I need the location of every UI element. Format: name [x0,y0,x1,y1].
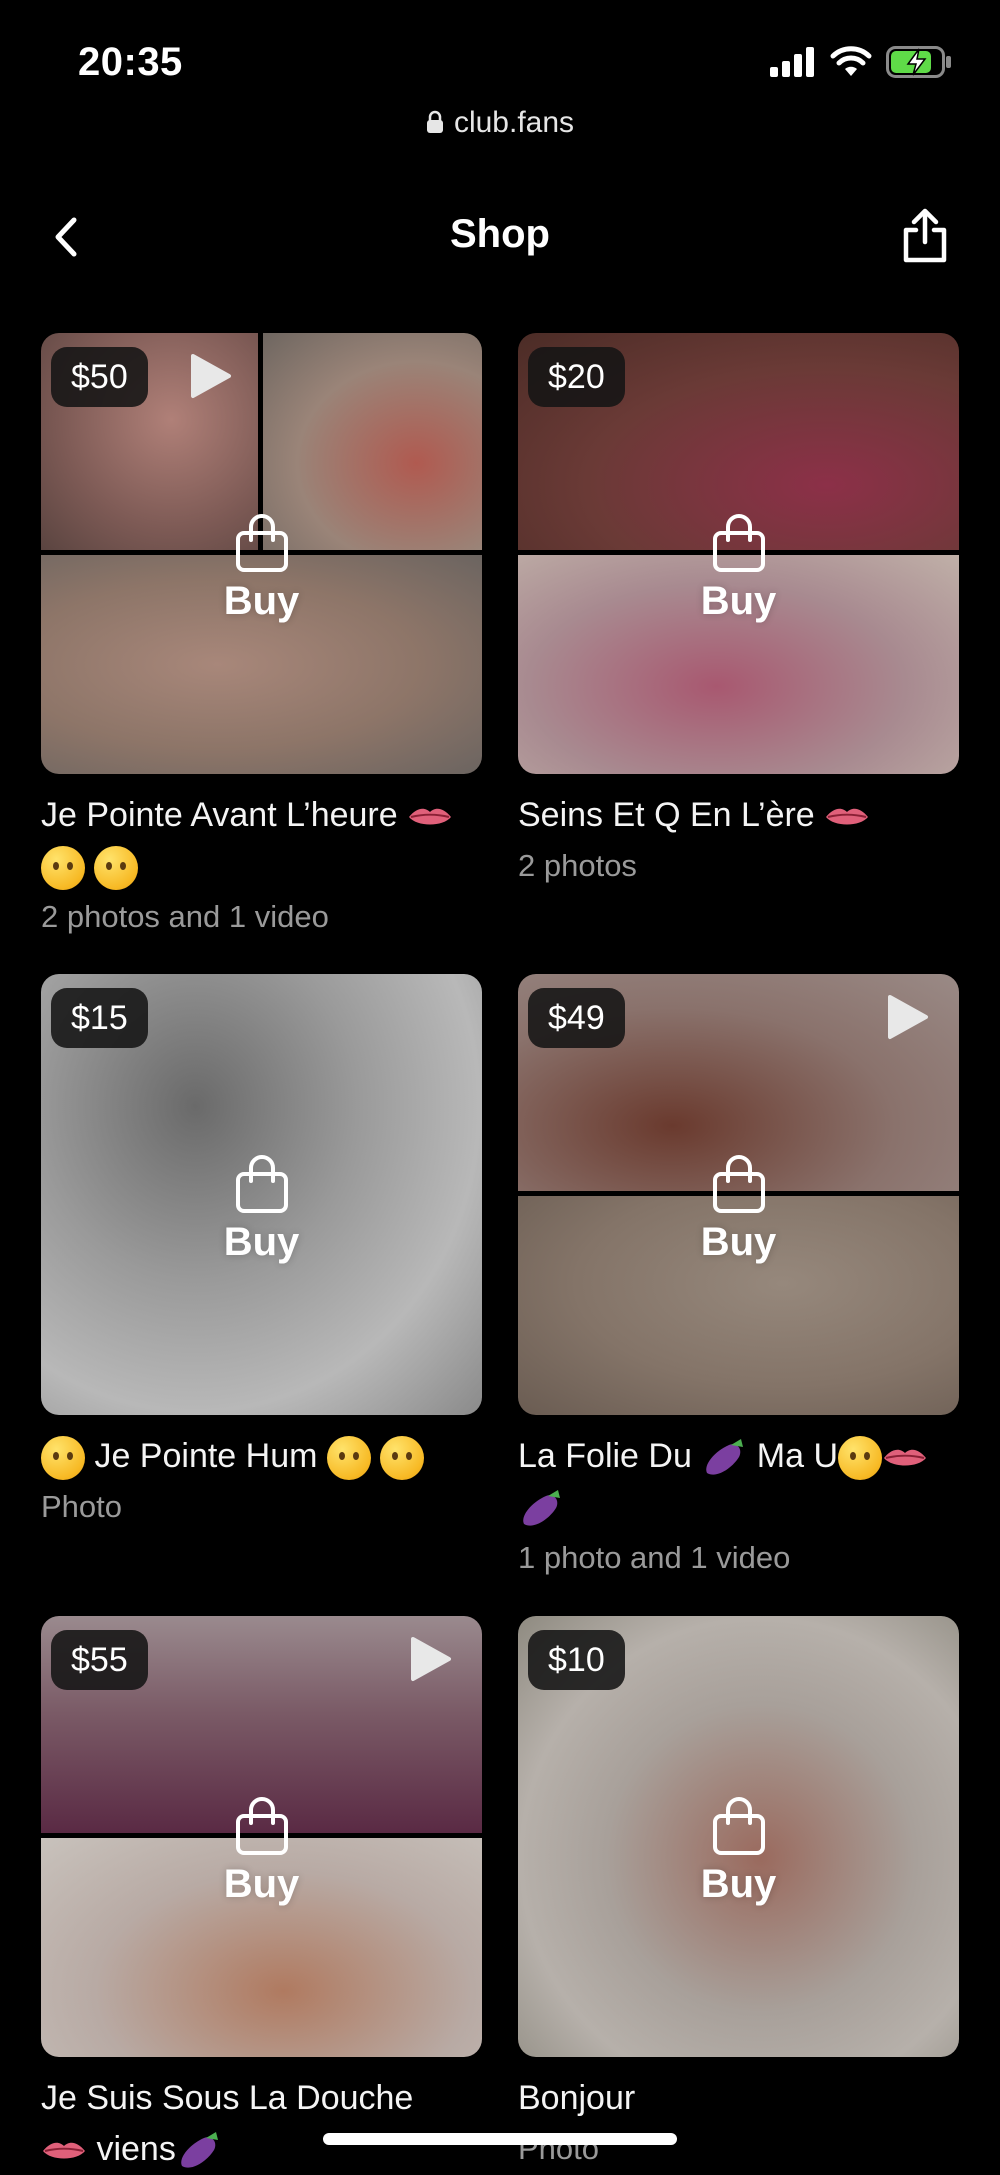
kissing-face-emoji-icon [41,846,85,891]
buy-button[interactable]: Buy [41,513,482,624]
shopping-bag-icon [712,514,765,572]
shopping-bag-icon [235,1155,288,1213]
grinning-face-emoji-icon [41,1436,85,1481]
price-badge: $55 [51,1630,148,1690]
product-card[interactable]: $55 Buy Je Suis Sous La Douche viens [41,1616,482,2175]
product-title: Bonjour [518,2073,959,2124]
buy-button[interactable]: Buy [518,513,959,624]
product-card[interactable]: $20 Buy Seins Et Q En L’ère 2 photos [518,333,959,891]
product-subtitle: Photo [518,2131,600,2166]
product-thumbnail[interactable]: $20 Buy [518,333,959,774]
video-play-icon [888,995,928,1039]
lips-emoji-icon [826,808,869,825]
buy-label: Buy [223,1220,300,1264]
buy-label: Buy [223,1862,300,1906]
product-title-text: Je Pointe Hum [94,1437,318,1475]
product-title-text: Ma U [756,1437,839,1475]
product-grid: $50 Buy Je Pointe Avant L’heure 2 photos… [0,0,1000,2168]
price-badge: $49 [528,988,625,1048]
price-badge: $50 [51,347,148,407]
lips-emoji-icon [409,808,452,825]
eggplant-emoji-icon [181,2132,218,2168]
product-thumbnail[interactable]: $55 Buy [41,1616,482,2057]
video-play-icon [411,1637,451,1681]
price-badge: $10 [528,1630,625,1690]
shopping-bag-icon [235,514,288,572]
product-subtitle: 2 photos [518,848,637,883]
lips-emoji-icon [43,2142,85,2159]
product-title: Seins Et Q En L’ère [518,790,959,841]
product-subtitle: Photo [41,1489,123,1524]
product-title-text: Bonjour [518,2079,636,2117]
product-subtitle: 2 photos and 1 video [41,899,329,934]
product-thumbnail[interactable]: $50 Buy [41,333,482,774]
video-play-icon [191,354,231,398]
product-subtitle: 1 photo and 1 video [518,1540,791,1575]
hand-over-mouth-emoji-icon [838,1436,883,1481]
product-card[interactable]: $10 Buy Bonjour Photo [518,1616,959,2174]
raised-eyebrow-emoji-icon [326,1436,371,1481]
shopping-bag-icon [712,1797,765,1855]
product-thumbnail[interactable]: $15 Buy [41,974,482,1415]
price-badge: $15 [51,988,148,1048]
buy-button[interactable]: Buy [41,1796,482,1907]
lips-emoji-icon [884,1449,927,1466]
buy-label: Buy [700,1220,777,1264]
product-thumbnail[interactable]: $49 Buy [518,974,959,1415]
buy-button[interactable]: Buy [518,1796,959,1907]
product-title: La Folie Du Ma U [518,1431,959,1533]
product-title-text: Je Suis Sous La Douche [41,2079,414,2117]
buy-label: Buy [223,579,300,623]
shopping-bag-icon [712,1155,765,1213]
buy-button[interactable]: Buy [41,1154,482,1265]
hand-over-mouth-emoji-icon [380,1436,425,1481]
home-indicator[interactable] [323,2133,677,2145]
buy-label: Buy [700,579,777,623]
product-card[interactable]: $50 Buy Je Pointe Avant L’heure 2 photos… [41,333,482,942]
product-title-text: Je Pointe Avant L’heure [41,796,398,834]
product-thumbnail[interactable]: $10 Buy [518,1616,959,2057]
hand-over-mouth-emoji-icon [94,846,139,891]
product-title-text: viens [96,2130,176,2168]
product-title: Je Pointe Hum [41,1431,482,1482]
product-title-text: La Folie Du [518,1437,692,1475]
buy-label: Buy [700,1862,777,1906]
eggplant-emoji-icon [706,1439,744,1475]
product-card[interactable]: $15 Buy Je Pointe Hum Photo [41,974,482,1532]
buy-button[interactable]: Buy [518,1154,959,1265]
price-badge: $20 [528,347,625,407]
shopping-bag-icon [235,1797,288,1855]
product-title: Je Pointe Avant L’heure [41,790,482,892]
eggplant-emoji-icon [523,1490,560,1526]
product-card[interactable]: $49 Buy La Folie Du Ma U 1 photo and 1 v… [518,974,959,1583]
product-title-text: Seins Et Q En L’ère [518,796,815,834]
product-title: Je Suis Sous La Douche viens [41,2073,482,2175]
